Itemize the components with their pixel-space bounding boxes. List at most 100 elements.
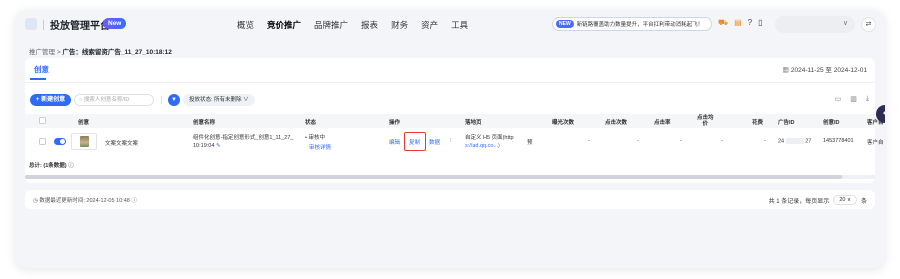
nav-brand-promotion[interactable]: 品牌推广: [314, 19, 348, 31]
landing-page-type: 自定义 H5 页面(http: [465, 135, 514, 141]
tab-indicator: [30, 78, 46, 80]
header-name: 创意名称: [193, 120, 216, 126]
preview-icon[interactable]: 预: [527, 138, 533, 146]
promo-new-tag: NEW: [556, 20, 574, 28]
chart-icon[interactable]: ▭: [835, 95, 842, 103]
record-summary: 共 1 条记录，每页显示: [768, 198, 830, 205]
creative-thumbnail[interactable]: [71, 133, 97, 150]
app-window: 投放管理平台 New 概览 竞价推广 品牌推广 报表 财务 资产 工具 NEW …: [15, 10, 885, 268]
nav-bidding-promotion[interactable]: 竞价推广: [267, 19, 301, 31]
edit-name-icon[interactable]: ✎: [216, 143, 221, 149]
creative-name: 组件化创意-指定创意形式_创意1_11_27_: [193, 135, 294, 141]
table-tools: ▭ ▥ ⤓: [835, 95, 869, 103]
copy-highlight-box: [404, 132, 426, 151]
creative-name-time-text: 10:19:04: [193, 143, 215, 149]
ad-id-prefix: 24: [778, 138, 785, 145]
help-icon[interactable]: ?: [748, 18, 752, 28]
landing-page-url[interactable]: s://ad.qq.co...): [465, 143, 500, 149]
header-tools: ⛟ ▤ ? ▯: [718, 18, 763, 28]
tab-creative[interactable]: 创意: [34, 64, 49, 75]
header-cost[interactable]: 花费: [752, 118, 763, 126]
status-filter-label: 投放状态: 所有未删除: [189, 97, 242, 103]
breadcrumb-current: 广告：线索留资广告_11_27_10:18:12: [62, 49, 172, 56]
ctr-value: -: [680, 138, 682, 144]
table-row: 文案文案文案 组件化创意-指定创意形式_创意1_11_27_ 10:19:04 …: [25, 128, 884, 155]
header-ad-id: 广告ID: [778, 120, 795, 126]
data-link[interactable]: 数据: [429, 138, 440, 146]
cpc-value: -: [721, 138, 723, 144]
nav-finance[interactable]: 财务: [391, 19, 408, 31]
more-icon[interactable]: ⋮: [448, 138, 454, 144]
page-size-select[interactable]: 20 ∨: [833, 195, 857, 205]
total-text: 总计: (1条数据): [29, 163, 67, 169]
columns-icon[interactable]: ▥: [850, 95, 857, 103]
date-range-picker[interactable]: ▦ 2024-11-25 至 2024-12-01: [783, 64, 867, 74]
header-cpc-line2: 价: [702, 121, 709, 127]
nav-overview[interactable]: 概览: [237, 19, 254, 31]
date-range-text: 2024-11-25 至 2024-12-01: [790, 67, 867, 74]
clicks-value: -: [637, 138, 639, 144]
client-value: 客户自: [867, 140, 884, 146]
account-selector[interactable]: ∨: [775, 16, 855, 33]
status-filter[interactable]: 投放状态: 所有未删除 ∨: [183, 94, 255, 106]
header-ctr[interactable]: 点击率: [654, 118, 671, 126]
header-creative: 创意: [78, 120, 90, 126]
promo-text: 新链路覆盖助力数量提升，平台扛利带动消耗起飞！: [576, 22, 704, 28]
nav-reports[interactable]: 报表: [361, 19, 378, 31]
info-icon[interactable]: ⓘ: [68, 163, 74, 169]
gift-icon[interactable]: ⛟: [718, 18, 728, 28]
new-badge: New: [103, 18, 127, 29]
nav-tools[interactable]: 工具: [451, 19, 468, 31]
search-input[interactable]: ○ 搜索人创意名称/ID: [74, 94, 154, 106]
header-landing-page: 落地页: [465, 120, 482, 126]
breadcrumb-parent[interactable]: 推广管理: [29, 49, 55, 56]
header-status: 状态: [305, 120, 317, 126]
impressions-value: -: [588, 138, 590, 144]
header-cpc[interactable]: 点击均 价: [697, 115, 714, 127]
search-placeholder: 搜索人创意名称/ID: [83, 97, 130, 103]
new-creative-button[interactable]: + 新建创意: [30, 94, 71, 106]
ad-id-value: 24 27: [778, 138, 811, 144]
mobile-icon[interactable]: ▯: [758, 18, 762, 28]
calendar-icon: ▦: [782, 67, 790, 74]
creative-id-value: 1453778401: [823, 138, 854, 144]
chevron-down-icon: ∨: [842, 20, 848, 27]
table-total: 总计: (1条数据) ⓘ: [29, 161, 74, 169]
scrollbar-thumb[interactable]: [25, 175, 842, 179]
nav-assets[interactable]: 资产: [421, 19, 438, 31]
breadcrumb: 推广管理 > 广告：线索留资广告_11_27_10:18:12: [29, 46, 172, 56]
cost-value: -: [764, 138, 766, 144]
breadcrumb-separator: >: [56, 49, 61, 56]
status-text: • 审核中: [305, 135, 325, 141]
download-icon[interactable]: ⤓: [866, 95, 869, 103]
last-updated-text: 数据最近更新时间: 2024-12-05 10:48: [39, 198, 130, 204]
row-checkbox[interactable]: [39, 138, 46, 145]
main-nav: 概览 竞价推广 品牌推广 报表 财务 资产 工具: [237, 19, 481, 31]
creative-image: [80, 136, 89, 147]
info-icon[interactable]: ⓘ: [131, 198, 137, 204]
logo-divider: [43, 20, 44, 30]
edit-link[interactable]: 编辑: [389, 138, 400, 146]
select-all-checkbox[interactable]: [39, 117, 46, 124]
wallet-icon[interactable]: ▤: [734, 18, 742, 28]
review-details-link[interactable]: 审核详情: [309, 143, 331, 151]
search-icon: ○: [79, 97, 83, 103]
page-size-unit: 条: [860, 198, 867, 205]
app-title: 投放管理平台: [50, 21, 110, 32]
toolbar-divider: [161, 96, 162, 104]
swap-icon[interactable]: ⇄: [861, 17, 876, 32]
horizontal-scrollbar[interactable]: [25, 175, 875, 179]
header-creative-id: 创意ID: [823, 120, 840, 126]
promo-banner[interactable]: NEW 新链路覆盖助力数量提升，平台扛利带动消耗起飞！: [552, 17, 712, 31]
filter-icon[interactable]: ▼: [168, 94, 180, 106]
creative-text: 文案文案文案: [105, 141, 139, 147]
footer-bar: ◷ 数据最近更新时间: 2024-12-05 10:48 ⓘ 共 1 条记录，每…: [25, 190, 875, 209]
header-impressions[interactable]: 曝光次数: [552, 118, 574, 126]
logo-icon: [25, 18, 37, 30]
status-toggle[interactable]: [54, 138, 66, 145]
header-clicks[interactable]: 点击次数: [605, 118, 627, 126]
ad-id-redacted: [785, 138, 804, 144]
top-bar: 投放管理平台 New 概览 竞价推广 品牌推广 报表 财务 资产 工具 NEW …: [15, 10, 885, 40]
chevron-down-icon: ∨: [243, 97, 249, 103]
header-action: 操作: [389, 120, 401, 126]
